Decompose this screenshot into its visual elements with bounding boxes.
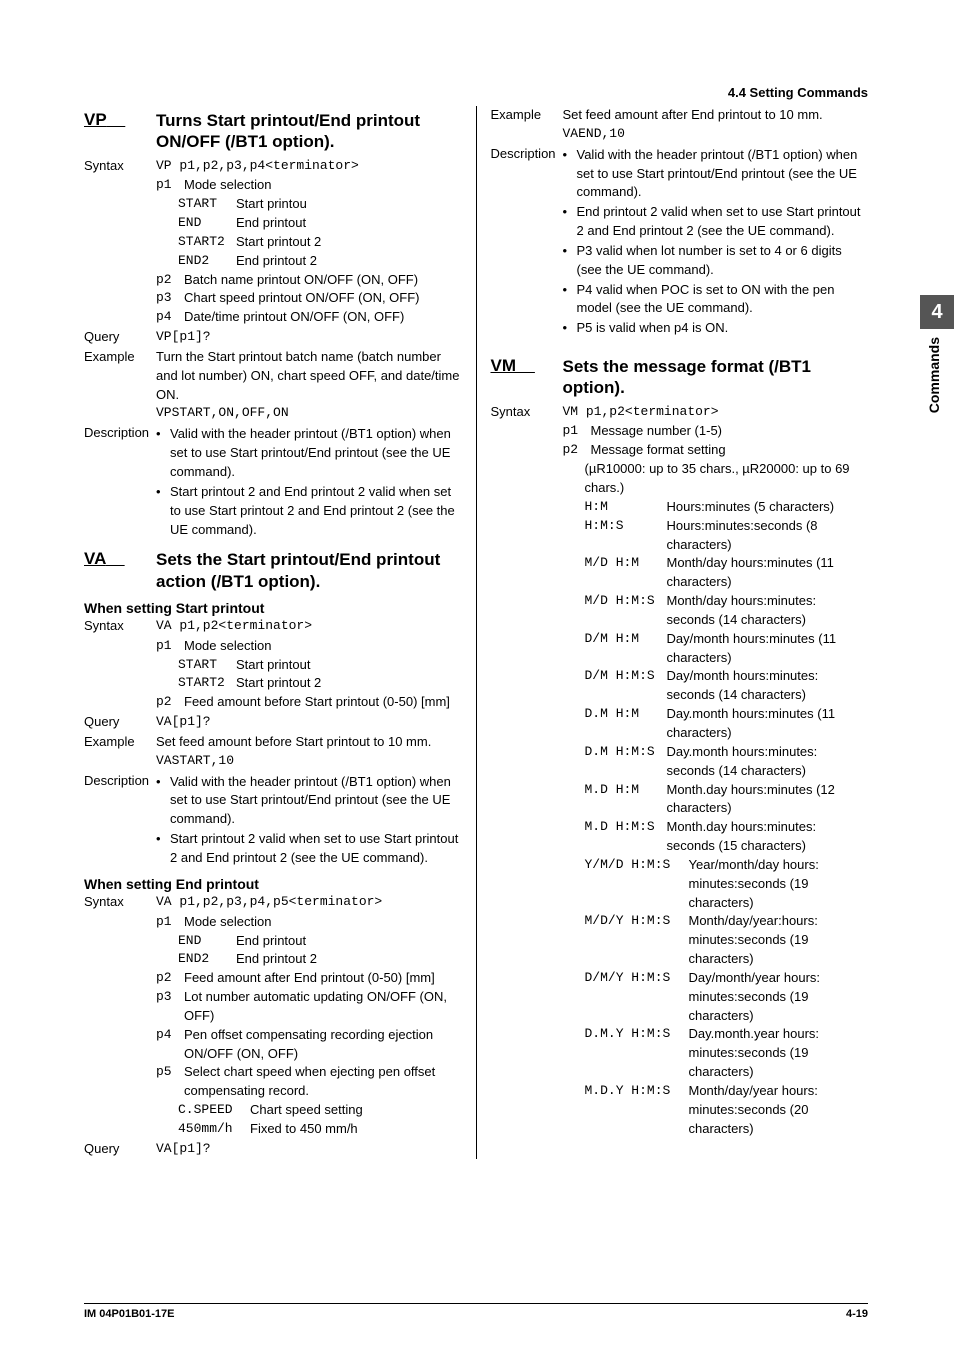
chapter-label-tab: Commands [926,337,942,413]
va-sub-end: When setting End printout [84,876,462,892]
page-body: 4.4 Setting Commands VP Turns Start prin… [84,85,868,1159]
doc-id: IM 04P01B01-17E [84,1308,175,1320]
two-column-layout: VP Turns Start printout/End printout ON/… [84,106,868,1159]
vm-code: VM [491,356,563,376]
vp-query-row: Query VP[p1]? [84,328,462,347]
vp-title: Turns Start printout/End printout ON/OFF… [156,110,462,153]
va-title: Sets the Start printout/End printout act… [156,549,462,592]
vp-desc-row: Description •Valid with the header print… [84,424,462,539]
page-number: 4-19 [846,1308,868,1320]
right-column: Example Set feed amount after End printo… [477,106,869,1159]
left-column: VP Turns Start printout/End printout ON/… [84,106,477,1159]
chapter-number-tab: 4 [920,295,954,329]
va-sub-start: When setting Start printout [84,600,462,616]
vm-heading: VM Sets the message format (/BT1 option)… [491,356,869,399]
vp-syntax-row: Syntax VP p1,p2,p3,p4<terminator> [84,157,462,176]
vp-heading: VP Turns Start printout/End printout ON/… [84,110,462,153]
syntax-label: Syntax [84,157,156,176]
vp-p1: Mode selection [184,176,462,195]
vp-code: VP [84,110,156,130]
vp-example-row: Example Turn the Start printout batch na… [84,348,462,423]
va-heading: VA Sets the Start printout/End printout … [84,549,462,592]
page-footer: IM 04P01B01-17E 4-19 [84,1303,868,1320]
vm-title: Sets the message format (/BT1 option). [563,356,869,399]
thumb-tab: 4 Commands [920,295,954,413]
va-code: VA [84,549,156,569]
vp-syntax: VP p1,p2,p3,p4<terminator> [156,157,462,176]
running-head: 4.4 Setting Commands [84,85,868,100]
